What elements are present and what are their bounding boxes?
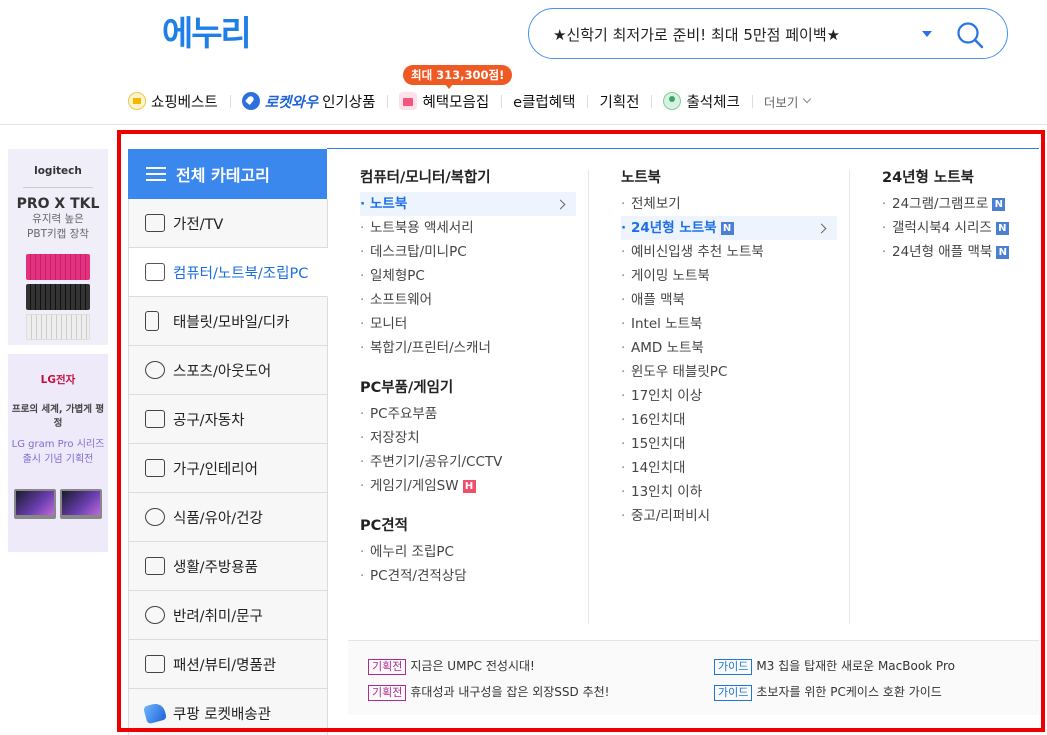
nav-label: e클럽혜택	[513, 94, 576, 111]
search-input[interactable]: ★신학기 최저가로 준비! 최대 5만점 페이백★	[553, 24, 840, 45]
keyboard-image	[26, 314, 90, 340]
ad-headline: 프로의 세계, 가볍게 평정	[11, 404, 105, 429]
gift-icon	[399, 92, 418, 110]
top-navigation: 쇼핑베스트 로켓와우 인기상품 혜택모음집 e클럽혜택 기획전 출석체크 더보기	[128, 86, 822, 116]
keyboard-image	[26, 254, 90, 280]
keyboard-image	[26, 284, 90, 310]
ad-banner-logitech[interactable]: logitech PRO X TKL 유지력 높은 PBT키캡 장착	[8, 149, 108, 345]
crown-icon	[128, 92, 146, 110]
nav-label: 출석체크	[686, 94, 740, 111]
laptop-images	[8, 489, 108, 519]
nav-label: 기획전	[599, 94, 640, 111]
ad-headline: PRO X TKL	[16, 196, 100, 212]
dropdown-caret-icon[interactable]	[922, 31, 932, 37]
ad-subtext: PBT키캡 장착	[27, 228, 89, 240]
ad-subtext: LG gram Pro 시리즈	[11, 439, 105, 450]
ad-subtext: 유지력 높은	[32, 213, 84, 225]
enuri-logo[interactable]: 에누리	[162, 14, 252, 54]
ad-brand: logitech	[34, 165, 82, 177]
nav-label: 더보기	[763, 94, 799, 110]
highlight-frame	[117, 130, 1045, 732]
attendance-icon	[663, 92, 682, 110]
nav-more[interactable]: 더보기	[751, 86, 823, 116]
nav-benefits[interactable]: 혜택모음집	[387, 86, 501, 116]
ad-subtext: 출시 기념 기획전	[22, 454, 94, 465]
chevron-down-icon	[803, 94, 812, 104]
rocket-wow-label: 로켓와우	[264, 94, 319, 111]
nav-shopping-best[interactable]: 쇼핑베스트	[128, 86, 230, 116]
search-bar[interactable]: ★신학기 최저가로 준비! 최대 5만점 페이백★	[528, 8, 1008, 59]
nav-attendance[interactable]: 출석체크	[651, 86, 751, 116]
nav-rocket-wow[interactable]: 로켓와우 인기상품	[229, 86, 388, 116]
ad-banner-lg[interactable]: LG전자 프로의 세계, 가볍게 평정 LG gram Pro 시리즈 출시 기…	[8, 354, 108, 552]
rocket-icon	[241, 92, 260, 110]
divider	[23, 187, 93, 188]
nav-label: 혜택모음집	[422, 94, 490, 111]
ad-brand: LG전자	[40, 374, 76, 386]
benefit-badge: 최대 313,300점!	[403, 65, 513, 89]
laptop-image	[60, 489, 102, 519]
nav-label: 쇼핑베스트	[151, 94, 218, 111]
search-icon[interactable]	[955, 20, 985, 50]
nav-exhibitions[interactable]: 기획전	[587, 86, 651, 116]
nav-label: 인기상품	[322, 94, 376, 111]
nav-eclub[interactable]: e클럽혜택	[501, 86, 587, 116]
header-divider	[0, 124, 1047, 125]
laptop-image	[14, 489, 56, 519]
